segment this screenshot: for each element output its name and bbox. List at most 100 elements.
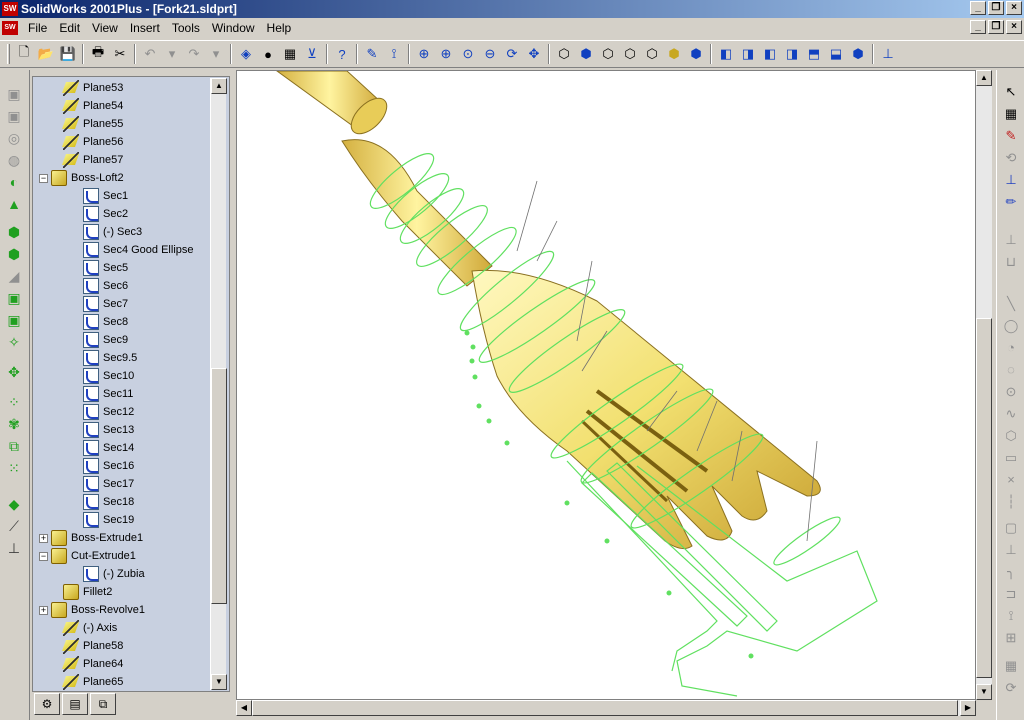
circular-sketch-pattern-icon[interactable]: ⟳	[1000, 678, 1022, 698]
filter-icon[interactable]: ⊻	[301, 43, 323, 65]
edit-sketch-icon[interactable]: ✏	[1000, 192, 1022, 212]
coordinate-system-icon[interactable]: ⊥	[4, 538, 24, 558]
expand-icon[interactable]: +	[39, 605, 48, 615]
tree-item[interactable]: + Boss-Extrude1	[39, 529, 143, 547]
tree-item[interactable]: Sec17	[71, 475, 134, 493]
point-icon[interactable]: ⊙	[1000, 382, 1022, 402]
rib-icon[interactable]: ◢	[4, 266, 24, 286]
new-file-icon[interactable]: 🗋	[13, 43, 35, 65]
mirror-icon[interactable]: ✥	[4, 362, 24, 382]
scroll-up-arrow-icon[interactable]: ▲	[976, 70, 992, 86]
hidden-lines-removed-icon[interactable]: ⬡	[597, 43, 619, 65]
configuration-manager-tab-icon[interactable]: ⧉	[90, 693, 116, 715]
tree-item[interactable]: − Boss-Loft2	[39, 169, 124, 187]
viewport-vertical-scrollbar[interactable]: ▲ ▼	[976, 70, 992, 700]
hole-icon[interactable]: ▣	[4, 288, 24, 308]
tree-item[interactable]: Plane56	[51, 133, 123, 151]
tree-item[interactable]: Sec19	[71, 511, 134, 529]
tree-item[interactable]: Plane58	[51, 637, 123, 655]
print-icon[interactable]: 🖶	[87, 43, 109, 65]
front-view-icon[interactable]: ◧	[715, 43, 737, 65]
sketch-pencil-icon[interactable]: ✎	[361, 43, 383, 65]
graphics-area[interactable]	[236, 70, 976, 700]
tree-item[interactable]: (-) Axis	[51, 619, 117, 637]
scroll-up-arrow-icon[interactable]: ▲	[211, 78, 227, 94]
doc-restore-button[interactable]: ❐	[988, 20, 1004, 34]
tree-item[interactable]: Sec4 Good Ellipse	[71, 241, 194, 259]
hidden-lines-visible-icon[interactable]: ⬢	[575, 43, 597, 65]
save-icon[interactable]: 💾	[57, 43, 79, 65]
loft-disabled-icon[interactable]: ◍	[4, 150, 24, 170]
normal-to-icon[interactable]: ⊥	[877, 43, 899, 65]
collapse-icon[interactable]: −	[39, 551, 48, 561]
tree-item[interactable]: Sec5	[71, 259, 128, 277]
scroll-down-arrow-icon[interactable]: ▼	[211, 674, 227, 690]
shaded-edges-icon[interactable]: ⬡	[619, 43, 641, 65]
spline-icon[interactable]: ∿	[1000, 404, 1022, 424]
scroll-left-arrow-icon[interactable]: ◀	[236, 700, 252, 716]
tree-item[interactable]: Sec9.5	[71, 349, 137, 367]
sketch-relations-icon[interactable]: ⊥	[1000, 170, 1022, 190]
draft-icon[interactable]: ⬢	[4, 244, 24, 264]
reference-plane-icon[interactable]: ◆	[4, 494, 24, 514]
perspective-icon[interactable]: ⬢	[685, 43, 707, 65]
expand-icon[interactable]: +	[39, 533, 48, 543]
menu-tools[interactable]: Tools	[166, 21, 206, 35]
tree-item[interactable]: Sec1	[71, 187, 128, 205]
shaded-icon[interactable]: ⬢	[663, 43, 685, 65]
chamfer-icon[interactable]: ▲	[4, 194, 24, 214]
arc-icon[interactable]: ◔	[1000, 338, 1022, 358]
zoom-to-area-icon[interactable]: ⊕	[435, 43, 457, 65]
centerpoint-icon[interactable]: ×	[1000, 470, 1022, 490]
tree-item[interactable]: Sec18	[71, 493, 134, 511]
tree-item[interactable]: Sec16	[71, 457, 134, 475]
zoom-in-out-icon[interactable]: ⊙	[457, 43, 479, 65]
pan-icon[interactable]: ✥	[523, 43, 545, 65]
scroll-thumb[interactable]	[976, 318, 992, 678]
sketch-3d-icon[interactable]: ⟲	[1000, 148, 1022, 168]
collapse-icon[interactable]: −	[39, 173, 48, 183]
draft-quality-icon[interactable]: ⬡	[641, 43, 663, 65]
tree-item[interactable]: Sec8	[71, 313, 128, 331]
color-palette-icon[interactable]: ▦	[279, 43, 301, 65]
reference-axis-icon[interactable]: ⟋	[4, 516, 24, 536]
extend-icon[interactable]: ⟟	[1000, 606, 1022, 626]
rectangle-icon[interactable]: ▭	[1000, 448, 1022, 468]
scroll-thumb[interactable]	[252, 700, 958, 716]
menu-file[interactable]: File	[22, 21, 53, 35]
smart-dimension-icon[interactable]: ⟟	[383, 43, 405, 65]
tree-item[interactable]: (-) Sec3	[71, 223, 142, 241]
revolve-disabled-icon[interactable]: ▣	[4, 106, 24, 126]
trim-icon[interactable]: ⊐	[1000, 584, 1022, 604]
menu-help[interactable]: Help	[261, 21, 298, 35]
tree-item[interactable]: − Cut-Extrude1	[39, 547, 136, 565]
tree-item[interactable]: Plane57	[51, 151, 123, 169]
sketch-fillet-icon[interactable]: ╮	[1000, 562, 1022, 582]
circle-icon[interactable]: ◯	[1000, 316, 1022, 336]
tree-item[interactable]: Plane64	[51, 655, 123, 673]
open-file-icon[interactable]: 📂	[35, 43, 57, 65]
grid-icon[interactable]: ▦	[1000, 104, 1022, 124]
redo-icon[interactable]: ↷	[183, 43, 205, 65]
property-manager-tab-icon[interactable]: ▤	[62, 693, 88, 715]
cut-icon[interactable]: ✂	[109, 43, 131, 65]
polygon-icon[interactable]: ⬡	[1000, 426, 1022, 446]
scroll-thumb[interactable]	[211, 368, 227, 604]
back-view-icon[interactable]: ◨	[737, 43, 759, 65]
isometric-view-icon[interactable]: ⬢	[847, 43, 869, 65]
dome-icon[interactable]: ▣	[4, 310, 24, 330]
menu-edit[interactable]: Edit	[53, 21, 86, 35]
tree-item[interactable]: Sec12	[71, 403, 134, 421]
tree-item[interactable]: Sec11	[71, 385, 133, 403]
menu-view[interactable]: View	[86, 21, 124, 35]
linear-sketch-pattern-icon[interactable]: ▦	[1000, 656, 1022, 676]
sweep-disabled-icon[interactable]: ◎	[4, 128, 24, 148]
wireframe-icon[interactable]: ⬡	[553, 43, 575, 65]
tree-item[interactable]: Plane53	[51, 79, 123, 97]
traffic-light-icon[interactable]: ●	[257, 43, 279, 65]
left-view-icon[interactable]: ◧	[759, 43, 781, 65]
line-icon[interactable]: ╲	[1000, 294, 1022, 314]
tree-item[interactable]: Sec2	[71, 205, 128, 223]
minimize-button[interactable]: _	[970, 1, 986, 15]
document-icon[interactable]: SW	[2, 21, 18, 35]
